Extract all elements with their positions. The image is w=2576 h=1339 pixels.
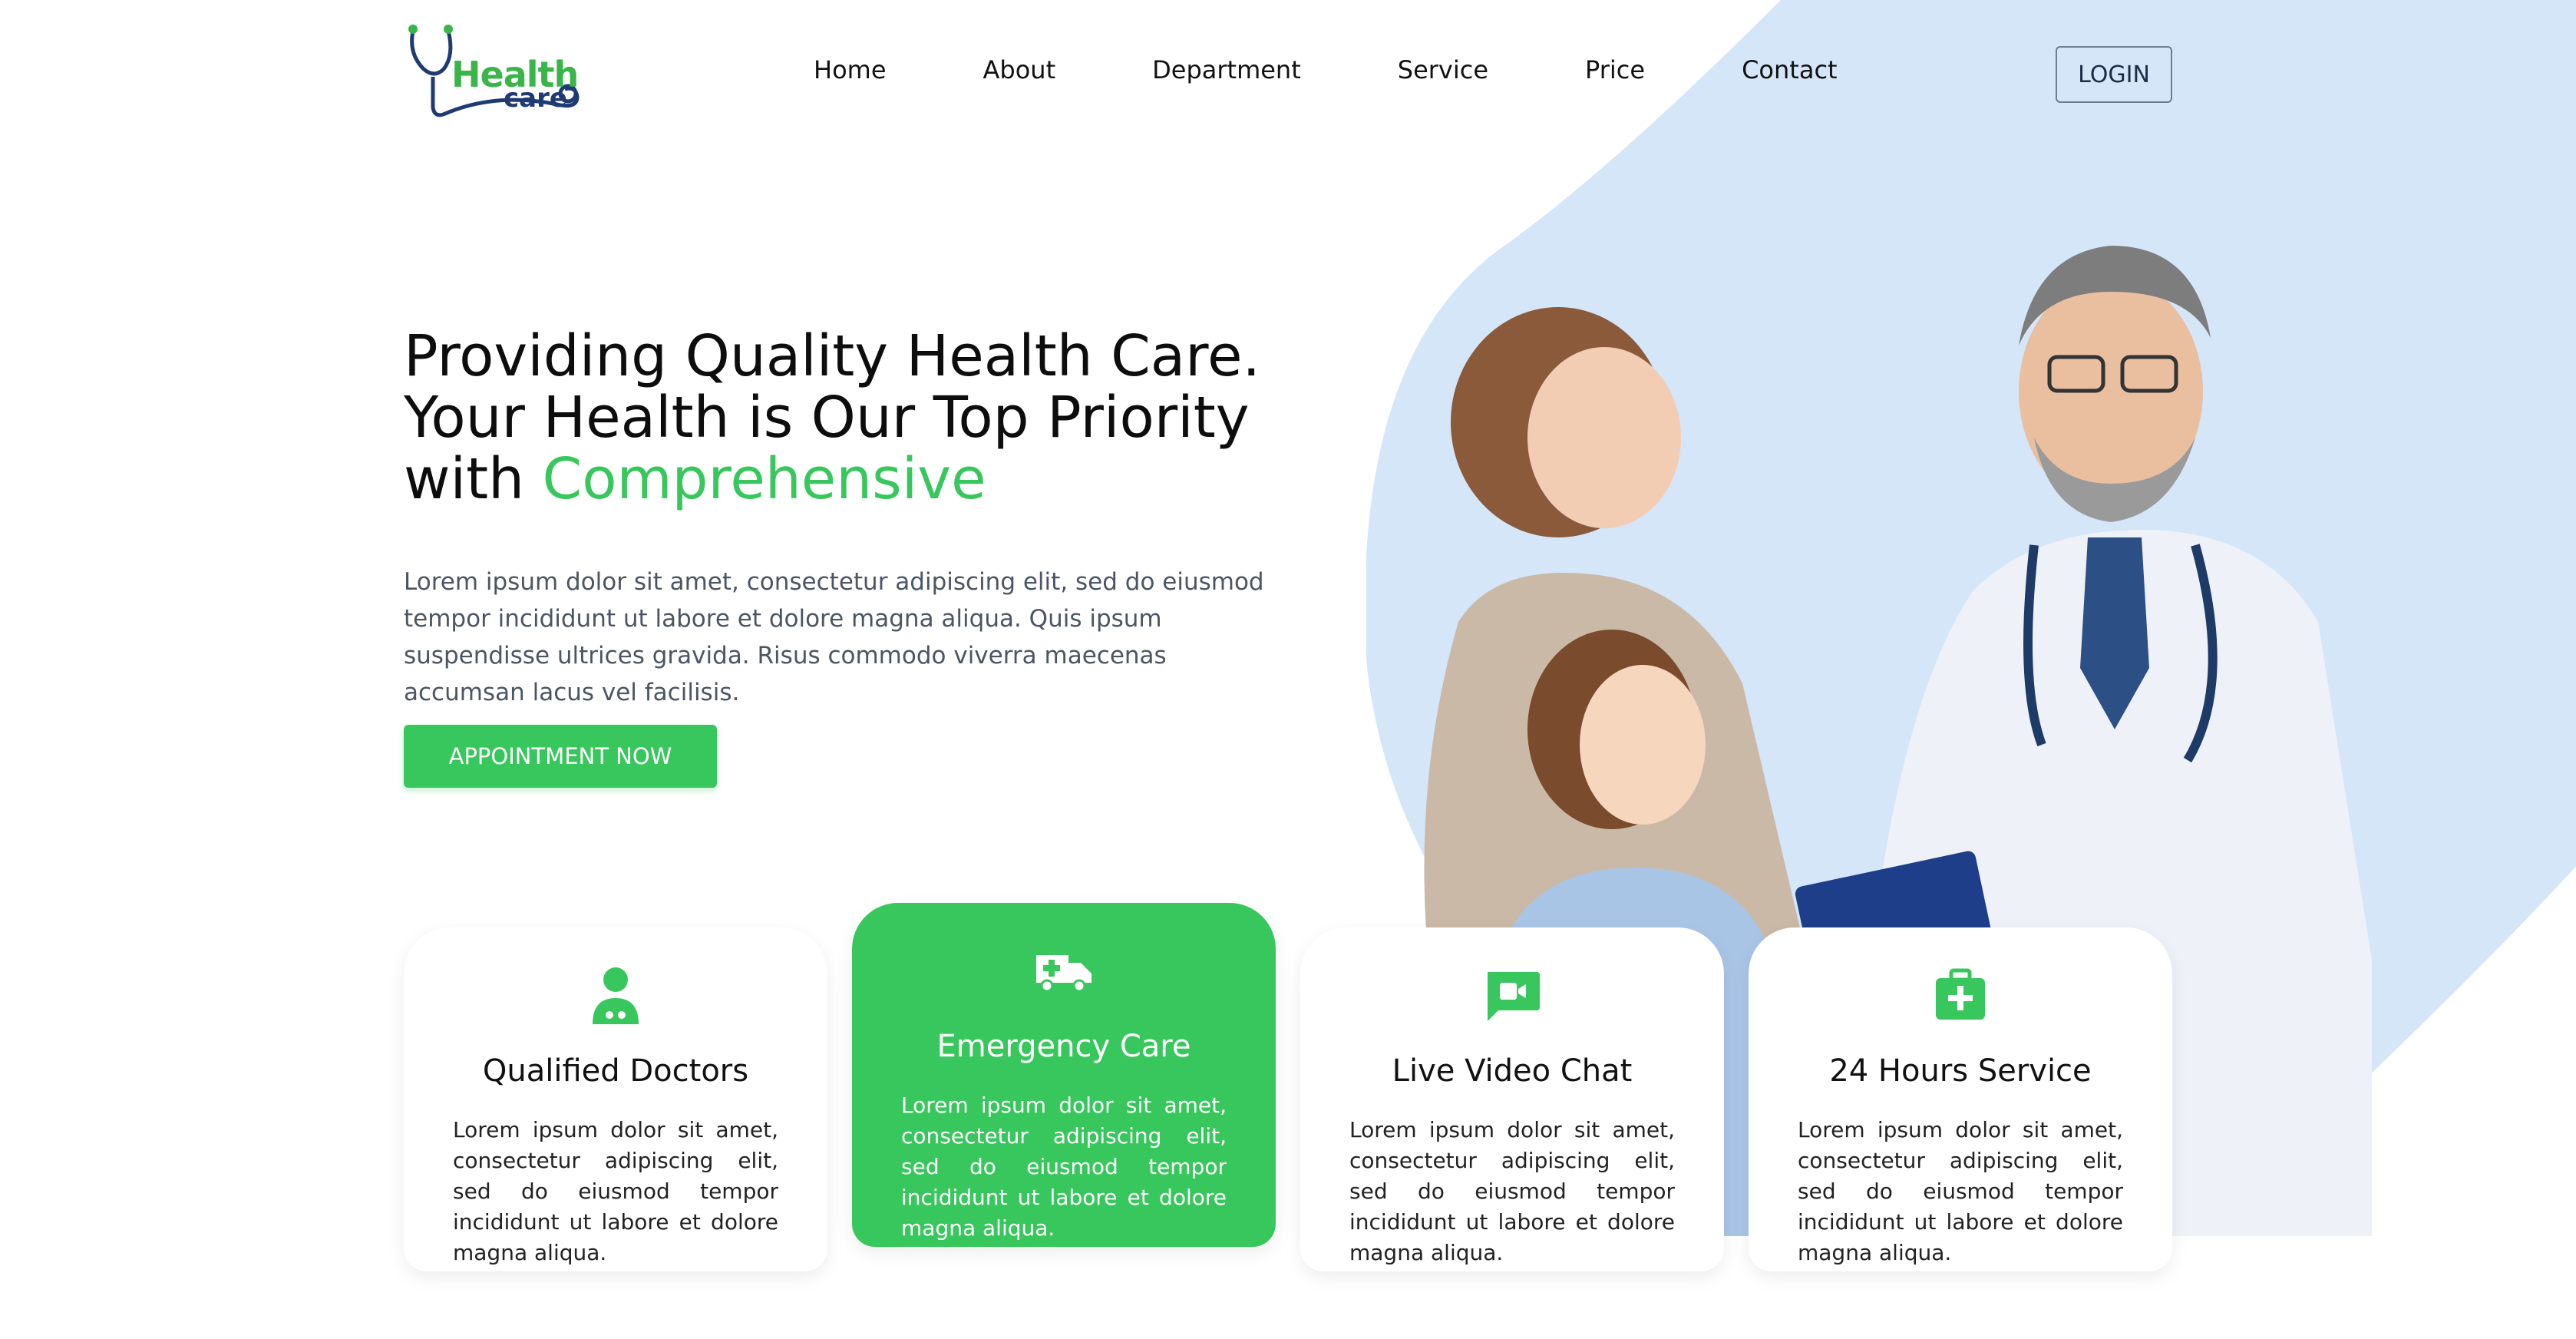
doctor-icon	[593, 967, 639, 1024]
feature-title: Qualified Doctors	[482, 1053, 749, 1089]
first-aid-kit-icon	[1936, 968, 1985, 1020]
site-header: Health care Home About Department Servic…	[0, 0, 2576, 138]
login-button[interactable]: LOGIN	[2056, 46, 2172, 103]
hero-title-line-2: Your Health is Our Top Priority	[404, 385, 1250, 451]
feature-title: Emergency Care	[936, 1029, 1191, 1064]
video-chat-icon	[1488, 972, 1540, 1021]
logo[interactable]: Health care	[404, 23, 588, 124]
hero-title-line-1: Providing Quality Health Care.	[404, 323, 1260, 389]
feature-title: 24 Hours Service	[1829, 1053, 2092, 1089]
main-nav: Home About Department Service Price Cont…	[814, 55, 1838, 84]
nav-about[interactable]: About	[983, 55, 1056, 84]
feature-card-24-hours-service[interactable]: 24 Hours Service Lorem ipsum dolor sit a…	[1749, 927, 2172, 1271]
feature-text: Lorem ipsum dolor sit amet, consectetur …	[453, 1117, 778, 1265]
feature-title: Live Video Chat	[1392, 1053, 1633, 1089]
nav-price[interactable]: Price	[1585, 55, 1645, 84]
logo-text-care: care	[504, 83, 567, 114]
hero-description: Lorem ipsum dolor sit amet, consectetur …	[404, 568, 1264, 706]
hero-title-line-3-prefix: with	[404, 446, 543, 512]
hero-title-accent: Comprehensive	[542, 446, 986, 512]
feature-card-live-video-chat[interactable]: Live Video Chat Lorem ipsum dolor sit am…	[1300, 927, 1724, 1271]
feature-card-emergency-care[interactable]: Emergency Care Lorem ipsum dolor sit ame…	[852, 903, 1276, 1247]
ambulance-icon	[1036, 955, 1091, 993]
nav-contact[interactable]: Contact	[1742, 55, 1838, 84]
nav-home[interactable]: Home	[814, 55, 887, 84]
nav-department[interactable]: Department	[1152, 55, 1301, 84]
nav-service[interactable]: Service	[1398, 55, 1488, 84]
feature-card-qualified-doctors[interactable]: Qualified Doctors Lorem ipsum dolor sit …	[404, 927, 827, 1271]
appointment-button[interactable]: APPOINTMENT NOW	[404, 725, 717, 788]
feature-text: Lorem ipsum dolor sit amet, consectetur …	[901, 1093, 1227, 1241]
feature-text: Lorem ipsum dolor sit amet, consectetur …	[1349, 1117, 1675, 1265]
hero-title: Providing Quality Health Care. Your Heal…	[404, 326, 1325, 510]
feature-text: Lorem ipsum dolor sit amet, consectetur …	[1798, 1117, 2123, 1265]
